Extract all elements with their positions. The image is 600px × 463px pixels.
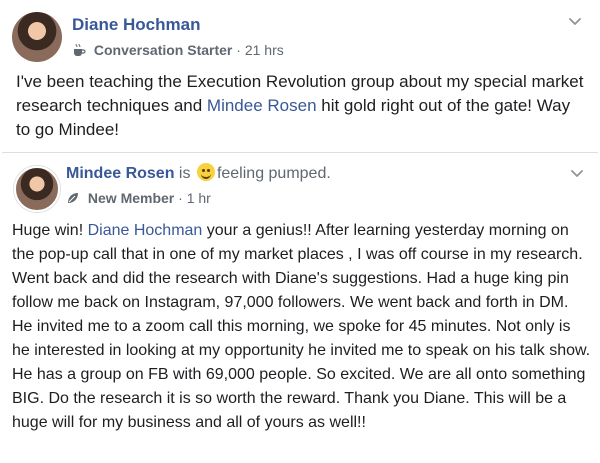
shared-post-body: Huge win! Diane Hochman your a genius!! … xyxy=(12,219,592,435)
is-text: is xyxy=(178,165,191,182)
author-name[interactable]: Diane Hochman xyxy=(72,15,200,35)
shared-author-avatar[interactable] xyxy=(14,166,60,212)
leaf-icon xyxy=(68,193,78,203)
post-timestamp[interactable]: 21 hrs xyxy=(245,42,284,58)
shared-post-meta: New Member · 1 hr xyxy=(66,190,211,206)
post-meta: Conversation Starter · 21 hrs xyxy=(72,42,284,58)
smiley-emoji-icon xyxy=(196,163,215,181)
coffee-cup-icon xyxy=(74,43,86,56)
chevron-down-icon[interactable] xyxy=(568,164,586,182)
post-body: I've been teaching the Execution Revolut… xyxy=(16,70,586,142)
meta-separator: · xyxy=(178,190,183,206)
shared-timestamp[interactable]: 1 hr xyxy=(187,190,211,206)
mention-link[interactable]: Diane Hochman xyxy=(88,222,203,239)
facebook-post: Diane Hochman Conversation Starter · 21 … xyxy=(0,0,600,463)
shared-text-end: your a genius!! After learning yesterday… xyxy=(12,222,591,431)
chevron-down-icon[interactable] xyxy=(566,12,584,30)
shared-author-name[interactable]: Mindee Rosen xyxy=(66,165,174,182)
feeling-text[interactable]: feeling pumped. xyxy=(217,165,331,182)
meta-separator: · xyxy=(236,42,241,58)
shared-text-start: Huge win! xyxy=(12,222,88,239)
mention-link[interactable]: Mindee Rosen xyxy=(207,96,317,115)
author-avatar[interactable] xyxy=(12,12,62,62)
member-badge[interactable]: Conversation Starter xyxy=(94,42,232,58)
shared-post-header: Mindee Rosen is feeling pumped. xyxy=(66,163,331,183)
member-badge[interactable]: New Member xyxy=(88,190,174,206)
